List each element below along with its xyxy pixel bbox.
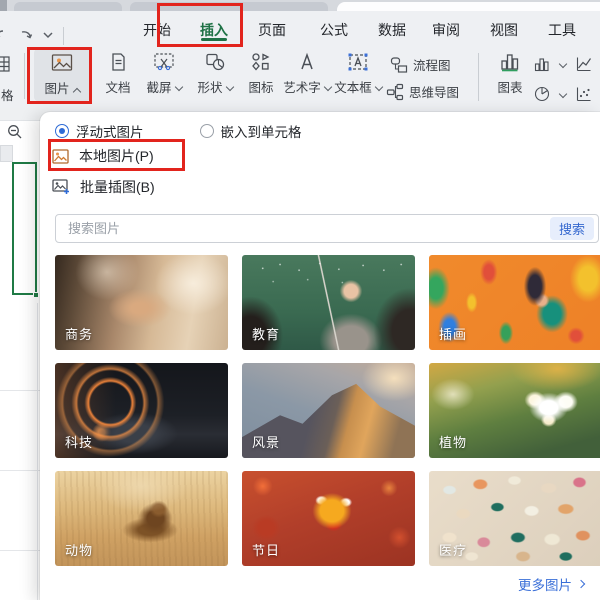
menu-tab-tools[interactable]: 工具 xyxy=(548,20,576,40)
pie-chart-icon xyxy=(533,85,551,103)
card-label: 医疗 xyxy=(439,540,467,559)
gridline xyxy=(37,303,38,600)
mindmap-button[interactable]: 思维导图 xyxy=(386,82,459,101)
window-tab-2[interactable] xyxy=(130,2,328,11)
more-pictures-link[interactable]: 更多图片 xyxy=(518,574,584,594)
screenshot-icon xyxy=(152,51,176,73)
radio-embed-cell[interactable] xyxy=(200,124,214,138)
screenshot-button[interactable]: 截屏 xyxy=(139,51,189,96)
gallery-card-illustration[interactable]: 插画 xyxy=(429,255,600,350)
radio-floating-label: 浮动式图片 xyxy=(76,121,144,141)
gallery-card-technology[interactable]: 科技 xyxy=(55,363,228,458)
window-tab-strip xyxy=(0,0,600,11)
window-tab-fragment[interactable] xyxy=(0,0,7,11)
line-chart-icon xyxy=(575,55,593,73)
icons-icon xyxy=(249,51,273,73)
shapes-button[interactable]: 形状 xyxy=(190,51,240,96)
chart-button[interactable]: 图表 xyxy=(489,51,531,96)
card-label: 动物 xyxy=(65,540,93,559)
undo-icon[interactable] xyxy=(0,29,10,43)
wordart-icon xyxy=(295,51,319,73)
chevron-up-icon xyxy=(72,88,80,96)
column-chart-icon xyxy=(533,55,551,73)
menu-tab-data[interactable]: 数据 xyxy=(378,20,406,40)
picture-button[interactable]: 图片 xyxy=(34,49,90,101)
pie-chart-button[interactable] xyxy=(533,85,566,103)
selection-fill-handle[interactable] xyxy=(33,292,39,298)
ribbon-toolbar: 格 图片 文档 截屏 形状 图标 艺术字 xyxy=(0,45,600,108)
window-tab-active[interactable] xyxy=(337,2,600,11)
card-label: 风景 xyxy=(252,432,280,451)
chevron-down-icon xyxy=(225,83,233,91)
radio-embed-label: 嵌入到单元格 xyxy=(221,121,302,141)
card-label: 节日 xyxy=(252,540,280,559)
menu-tab-view[interactable]: 视图 xyxy=(490,20,518,40)
menu-tab-formula[interactable]: 公式 xyxy=(320,20,348,40)
textbox-button[interactable]: 文本框 xyxy=(330,51,386,96)
gallery-card-plants[interactable]: 植物 xyxy=(429,363,600,458)
chevron-down-icon xyxy=(174,83,182,91)
flowchart-button[interactable]: 流程图 xyxy=(390,55,451,74)
menu-tab-home[interactable]: 开始 xyxy=(143,20,171,40)
picture-icon xyxy=(50,52,74,74)
quick-access-chevron-icon[interactable] xyxy=(42,31,54,39)
search-button[interactable]: 搜索 xyxy=(550,217,594,240)
scatter-chart-icon xyxy=(575,85,593,103)
document-button[interactable]: 文档 xyxy=(99,51,137,96)
flowchart-icon xyxy=(390,56,408,74)
column-chart-button[interactable] xyxy=(533,55,566,73)
line-chart-button[interactable] xyxy=(575,55,600,73)
menu-tab-page[interactable]: 页面 xyxy=(258,20,286,40)
zoom-out-icon[interactable] xyxy=(7,124,23,140)
textbox-icon xyxy=(345,51,371,73)
divider xyxy=(478,53,479,101)
picture-dropdown-panel: 浮动式图片 嵌入到单元格 本地图片(P) 批量插图(B) 搜索 商务 教育 插画… xyxy=(40,112,600,600)
search-input[interactable] xyxy=(55,214,599,243)
wordart-button[interactable]: 艺术字 xyxy=(279,51,335,96)
menu-bar: 开始 插入 页面 公式 数据 审阅 视图 工具 xyxy=(0,11,600,45)
insert-mode-options: 浮动式图片 嵌入到单元格 xyxy=(55,121,302,141)
gallery-card-education[interactable]: 教育 xyxy=(242,255,415,350)
menu-tab-insert[interactable]: 插入 xyxy=(200,20,228,40)
gallery-card-animals[interactable]: 动物 xyxy=(55,471,228,566)
card-label: 插画 xyxy=(439,324,467,343)
redo-icon[interactable] xyxy=(17,29,33,43)
chevron-down-icon xyxy=(559,60,567,68)
shapes-icon xyxy=(203,51,227,73)
card-label: 商务 xyxy=(65,324,93,343)
divider xyxy=(63,27,64,45)
batch-insert-icon xyxy=(52,179,70,195)
icons-button[interactable]: 图标 xyxy=(241,51,281,96)
radio-floating-picture[interactable] xyxy=(55,124,69,138)
mindmap-icon xyxy=(386,83,404,101)
card-label: 科技 xyxy=(65,432,93,451)
window-tab-1[interactable] xyxy=(14,2,122,11)
local-picture-item[interactable]: 本地图片(P) xyxy=(52,143,154,169)
chevron-down-icon xyxy=(375,83,383,91)
menu-tab-review[interactable]: 审阅 xyxy=(432,20,460,40)
active-tab-underline xyxy=(201,38,227,41)
chart-icon xyxy=(498,51,522,73)
table-icon xyxy=(0,53,12,75)
gallery-card-medical[interactable]: 医疗 xyxy=(429,471,600,566)
divider xyxy=(24,53,25,99)
gallery-card-business[interactable]: 商务 xyxy=(55,255,228,350)
gallery-card-landscape[interactable]: 风景 xyxy=(242,363,415,458)
document-icon xyxy=(107,51,129,73)
chevron-down-icon xyxy=(559,90,567,98)
search-area: 搜索 xyxy=(55,214,599,243)
row-header-fragment xyxy=(0,145,13,162)
scatter-chart-button[interactable] xyxy=(575,85,600,103)
card-label: 教育 xyxy=(252,324,280,343)
chevron-right-icon xyxy=(577,580,585,588)
batch-insert-item[interactable]: 批量插图(B) xyxy=(52,174,155,200)
table-button-partial[interactable]: 格 xyxy=(1,85,14,104)
gallery-card-festival[interactable]: 节日 xyxy=(242,471,415,566)
local-picture-icon xyxy=(52,149,69,164)
selected-cell-border[interactable] xyxy=(12,162,37,295)
card-label: 植物 xyxy=(439,432,467,451)
